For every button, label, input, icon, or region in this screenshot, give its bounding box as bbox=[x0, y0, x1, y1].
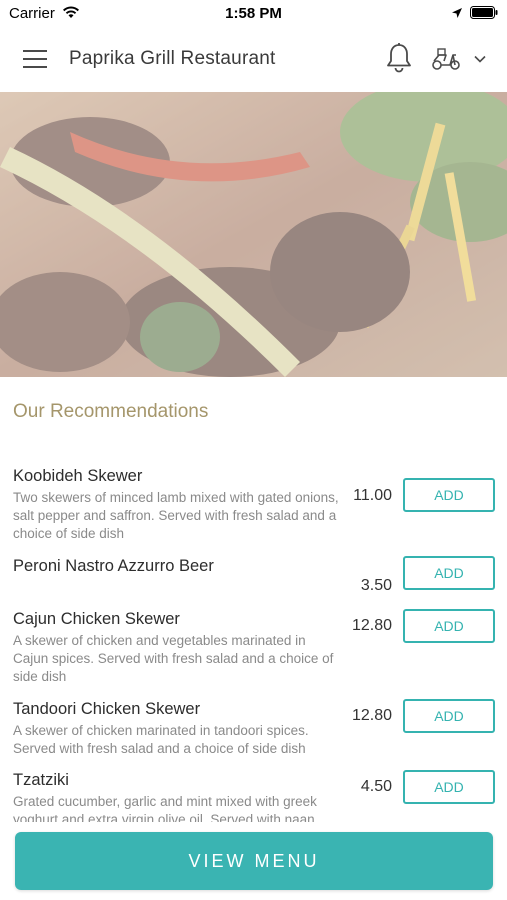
app-header: Paprika Grill Restaurant bbox=[0, 26, 507, 92]
recommendations-title: Our Recommendations bbox=[13, 401, 209, 422]
item-name: Cajun Chicken Skewer bbox=[13, 610, 180, 628]
item-name: Peroni Nastro Azzurro Beer bbox=[13, 557, 214, 575]
item-price: 11.00 bbox=[353, 487, 392, 504]
item-price: 12.80 bbox=[351, 707, 392, 724]
chevron-down-icon bbox=[474, 55, 486, 63]
item-description: Two skewers of minced lamb mixed with ga… bbox=[13, 490, 339, 541]
item-description: A skewer of chicken marinated in tandoor… bbox=[13, 723, 309, 756]
item-name: Tandoori Chicken Skewer bbox=[13, 700, 201, 718]
item-name: Tzatziki bbox=[13, 771, 69, 789]
bell-icon[interactable] bbox=[384, 42, 414, 74]
hero-food-image bbox=[0, 92, 507, 377]
location-arrow-icon bbox=[451, 6, 463, 23]
item-price: 12.80 bbox=[351, 617, 392, 634]
view-menu-button[interactable]: VIEW MENU bbox=[15, 832, 493, 890]
add-button[interactable]: ADD bbox=[403, 478, 495, 512]
hamburger-menu-icon[interactable] bbox=[20, 47, 50, 71]
add-button[interactable]: ADD bbox=[403, 770, 495, 804]
status-bar: Carrier 1:58 PM bbox=[0, 0, 507, 26]
app-screen: Carrier 1:58 PM Paprika Grill Restaurant… bbox=[0, 0, 507, 900]
item-price: 3.50 bbox=[360, 577, 392, 594]
clock-time: 1:58 PM bbox=[225, 5, 282, 22]
order-type-dropdown[interactable] bbox=[430, 44, 492, 74]
restaurant-title: Paprika Grill Restaurant bbox=[69, 48, 276, 69]
add-button[interactable]: ADD bbox=[403, 699, 495, 733]
item-description: Grated cucumber, garlic and mint mixed w… bbox=[13, 794, 317, 822]
item-name: Koobideh Skewer bbox=[13, 467, 143, 485]
recommendations-list: Koobideh Skewer Two skewers of minced la… bbox=[0, 455, 507, 822]
battery-icon bbox=[470, 6, 499, 23]
item-description: A skewer of chicken and vegetables marin… bbox=[13, 633, 334, 684]
add-button[interactable]: ADD bbox=[403, 556, 495, 590]
item-price: 4.50 bbox=[360, 778, 392, 795]
add-button[interactable]: ADD bbox=[403, 609, 495, 643]
